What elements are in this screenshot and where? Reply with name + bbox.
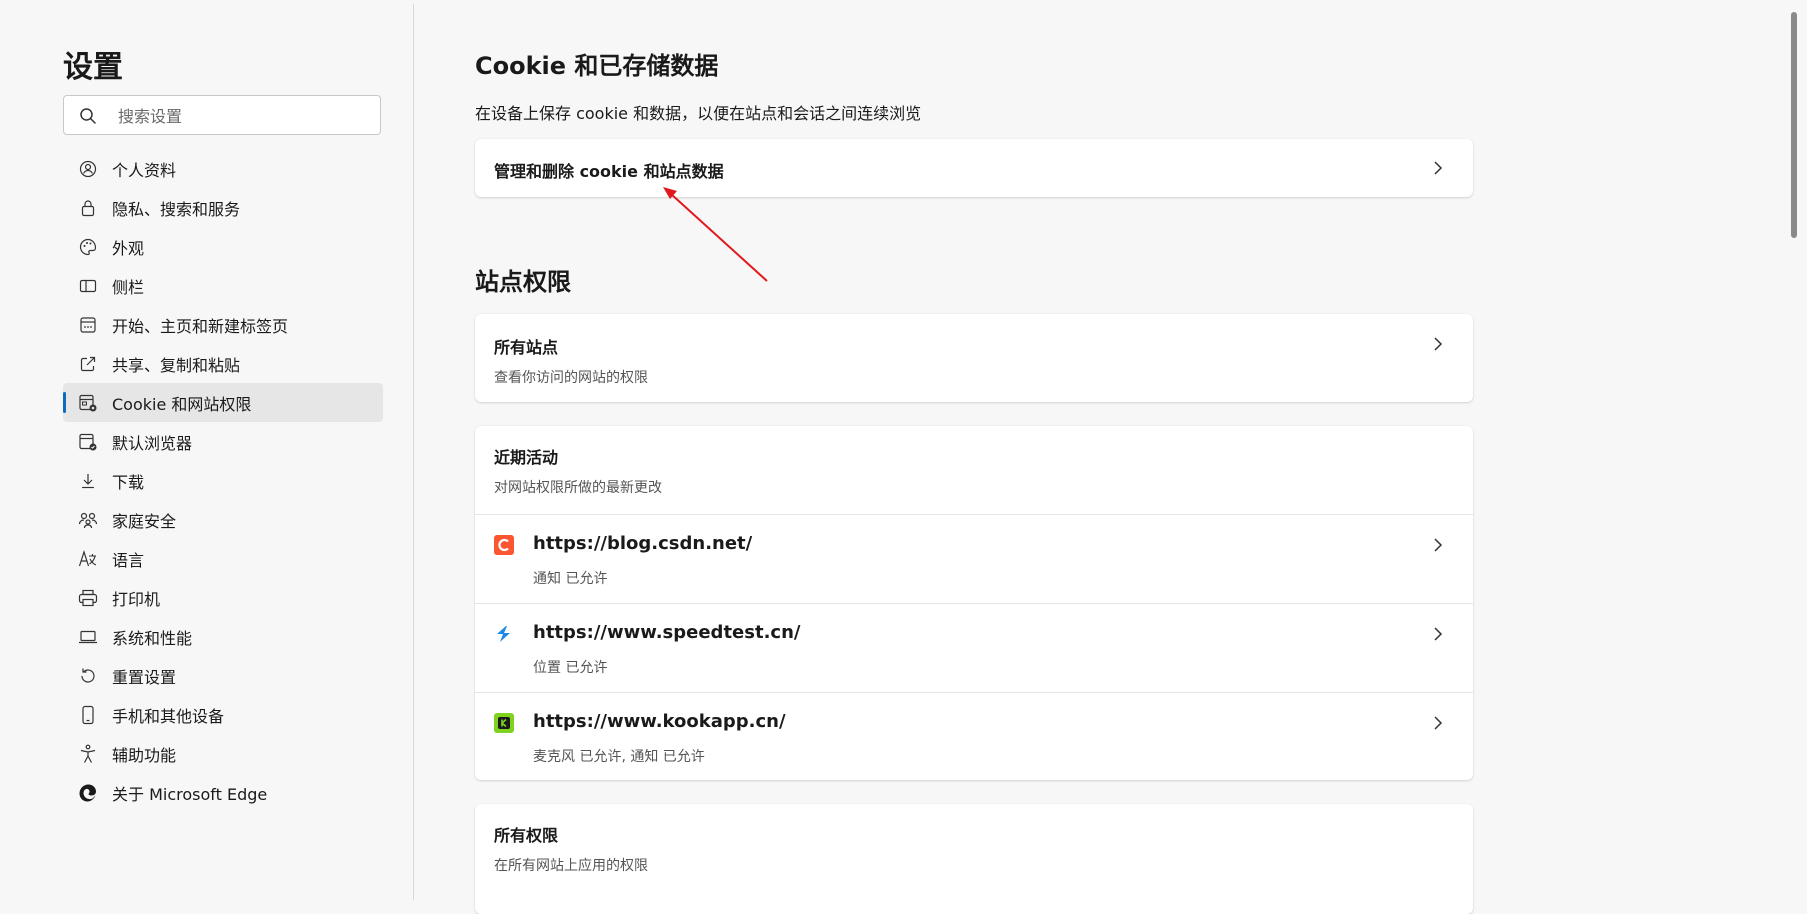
recent-activity-title: 近期活动 [494, 448, 559, 467]
sidebar-item-label: 打印机 [112, 589, 161, 609]
all-permissions-card[interactable]: 所有权限 在所有网站上应用的权限 [475, 804, 1473, 914]
cookie-settings-icon [78, 393, 98, 413]
sidebar-item-family[interactable]: 家庭安全 [63, 500, 383, 539]
search-input[interactable] [116, 101, 370, 131]
reset-icon [78, 666, 98, 686]
chevron-right-icon [1434, 337, 1443, 351]
sidebar-item-profile[interactable]: 个人资料 [63, 149, 383, 188]
site-permission-status: 通知 已允许 [533, 571, 608, 587]
all-sites-title: 所有站点 [494, 338, 559, 357]
browser-icon [78, 432, 98, 452]
speedtest-icon [494, 624, 514, 644]
sidebar-item-label: 语言 [112, 550, 145, 570]
share-icon [78, 354, 98, 374]
permissions-section-title: 站点权限 [475, 268, 571, 296]
chevron-right-icon [1434, 161, 1443, 175]
sidebar-item-label: 手机和其他设备 [112, 706, 225, 726]
all-permissions-header: 所有权限 在所有网站上应用的权限 [475, 804, 1473, 892]
scrollbar-thumb[interactable] [1791, 12, 1797, 238]
sidebar-item-label: 共享、复制和粘贴 [112, 355, 241, 375]
sidebar-icon [78, 276, 98, 296]
sidebar-item-phone[interactable]: 手机和其他设备 [63, 695, 383, 734]
sidebar-item-downloads[interactable]: 下载 [63, 461, 383, 500]
all-permissions-subtitle: 在所有网站上应用的权限 [494, 858, 648, 874]
sidebar-nav: 个人资料 隐私、搜索和服务 外观 侧栏 开始、主页和新建标签页 共享、复制和粘贴 [63, 149, 383, 812]
family-icon [78, 510, 98, 530]
sidebar-item-label: 下载 [112, 472, 145, 492]
chevron-right-icon [1434, 538, 1443, 552]
laptop-icon [78, 627, 98, 647]
all-sites-card[interactable]: 所有站点 查看你访问的网站的权限 [475, 314, 1473, 402]
site-url: https://www.speedtest.cn/ [533, 622, 801, 643]
sidebar-item-label: 默认浏览器 [112, 433, 193, 453]
manage-cookies-label: 管理和删除 cookie 和站点数据 [494, 162, 724, 181]
search-icon [80, 108, 96, 124]
sidebar-item-sidebar[interactable]: 侧栏 [63, 266, 383, 305]
accessibility-icon [78, 744, 98, 764]
sidebar-item-label: 个人资料 [112, 160, 177, 180]
sidebar-item-language[interactable]: 语言 [63, 539, 383, 578]
recent-site-row[interactable]: https://www.speedtest.cn/ 位置 已允许 [475, 604, 1473, 693]
newtab-icon [78, 315, 98, 335]
sidebar-item-cookies[interactable]: Cookie 和网站权限 [63, 383, 383, 422]
recent-activity-header: 近期活动 对网站权限所做的最新更改 [475, 426, 1473, 515]
sidebar-item-label: Cookie 和网站权限 [112, 394, 252, 414]
recent-site-row[interactable]: https://blog.csdn.net/ 通知 已允许 [475, 515, 1473, 604]
manage-cookies-card[interactable]: 管理和删除 cookie 和站点数据 [475, 139, 1473, 197]
all-sites-subtitle: 查看你访问的网站的权限 [494, 370, 648, 386]
kook-icon [494, 713, 514, 733]
download-icon [78, 471, 98, 491]
sidebar-item-newtab[interactable]: 开始、主页和新建标签页 [63, 305, 383, 344]
site-permission-status: 位置 已允许 [533, 660, 608, 676]
sidebar-item-reset[interactable]: 重置设置 [63, 656, 383, 695]
palette-icon [78, 237, 98, 257]
cookie-section-subtitle: 在设备上保存 cookie 和数据，以便在站点和会话之间连续浏览 [475, 104, 922, 123]
settings-window: 设置 个人资料 隐私、搜索和服务 外观 侧栏 [3, 4, 1799, 914]
sidebar: 设置 个人资料 隐私、搜索和服务 外观 侧栏 [3, 4, 414, 900]
sidebar-item-label: 隐私、搜索和服务 [112, 199, 241, 219]
all-permissions-title: 所有权限 [494, 826, 559, 845]
site-url: https://www.kookapp.cn/ [533, 711, 786, 732]
sidebar-item-label: 外观 [112, 238, 145, 258]
sidebar-item-label: 辅助功能 [112, 745, 177, 765]
lock-icon [78, 198, 98, 218]
printer-icon [78, 588, 98, 608]
recent-site-row[interactable]: https://www.kookapp.cn/ 麦克风 已允许, 通知 已允许 [475, 693, 1473, 781]
sidebar-item-privacy[interactable]: 隐私、搜索和服务 [63, 188, 383, 227]
sidebar-item-label: 家庭安全 [112, 511, 177, 531]
sidebar-item-label: 侧栏 [112, 277, 145, 297]
sidebar-item-default-browser[interactable]: 默认浏览器 [63, 422, 383, 461]
scrollbar[interactable] [1789, 4, 1799, 900]
sidebar-item-label: 关于 Microsoft Edge [112, 784, 268, 804]
sidebar-item-label: 系统和性能 [112, 628, 193, 648]
search-box[interactable] [63, 95, 381, 135]
recent-activity-subtitle: 对网站权限所做的最新更改 [494, 480, 662, 496]
sidebar-item-appearance[interactable]: 外观 [63, 227, 383, 266]
chevron-right-icon [1434, 716, 1443, 730]
sidebar-item-printers[interactable]: 打印机 [63, 578, 383, 617]
chevron-right-icon [1434, 627, 1443, 641]
site-url: https://blog.csdn.net/ [533, 533, 753, 554]
sidebar-item-label: 重置设置 [112, 667, 177, 687]
phone-icon [78, 705, 98, 725]
sidebar-item-label: 开始、主页和新建标签页 [112, 316, 289, 336]
site-permission-status: 麦克风 已允许, 通知 已允许 [533, 749, 705, 765]
settings-title: 设置 [63, 50, 123, 85]
csdn-icon [494, 535, 514, 555]
sidebar-item-about[interactable]: 关于 Microsoft Edge [63, 773, 383, 812]
edge-logo-icon [78, 783, 98, 803]
sidebar-item-share[interactable]: 共享、复制和粘贴 [63, 344, 383, 383]
sidebar-item-system[interactable]: 系统和性能 [63, 617, 383, 656]
cookie-section-title: Cookie 和已存储数据 [475, 52, 719, 80]
sidebar-item-accessibility[interactable]: 辅助功能 [63, 734, 383, 773]
profile-icon [78, 159, 98, 179]
language-icon [78, 549, 98, 569]
recent-activity-card: 近期活动 对网站权限所做的最新更改 https://blog.csdn.net/… [475, 426, 1473, 780]
